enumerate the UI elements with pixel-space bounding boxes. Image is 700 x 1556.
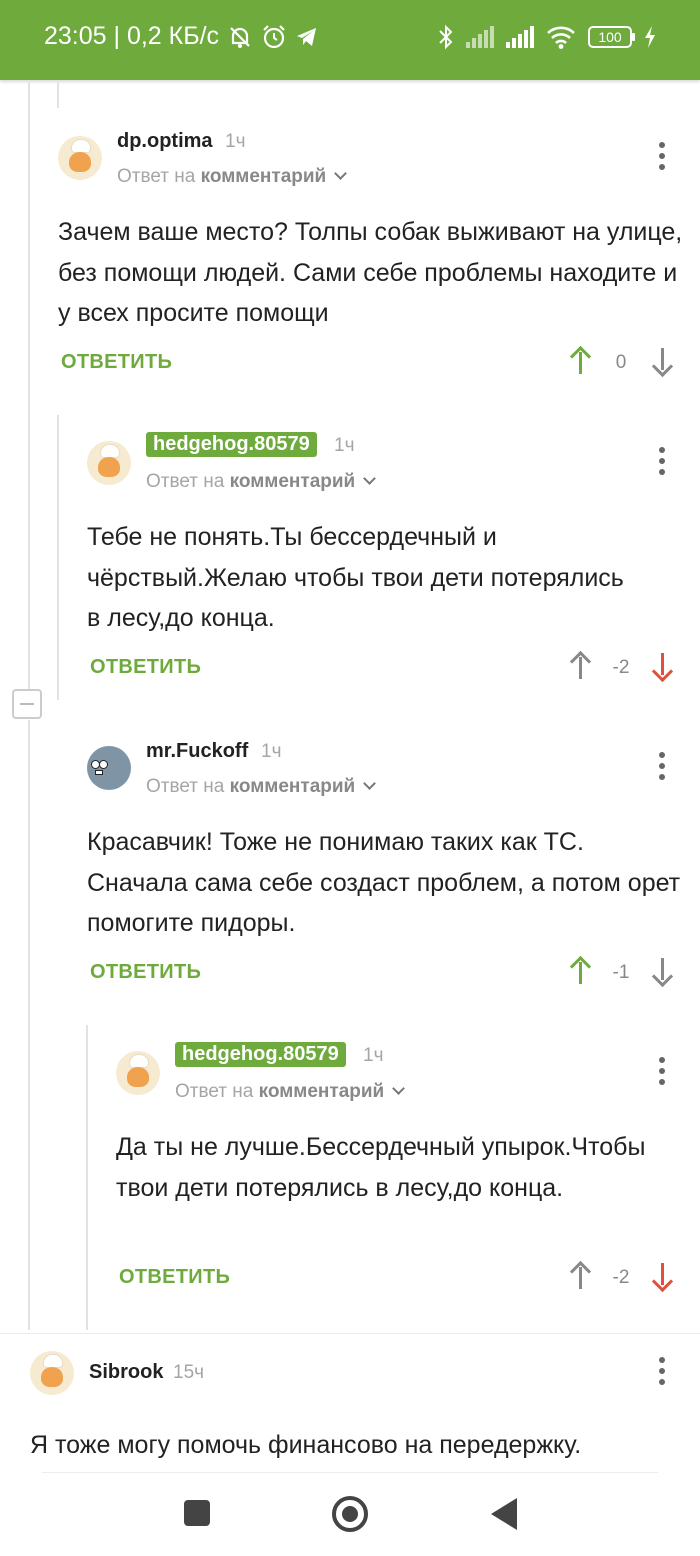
- reply-button[interactable]: ОТВЕТИТЬ: [90, 656, 201, 679]
- reply-to-link[interactable]: Ответ на комментарий: [175, 1081, 406, 1103]
- thread-line[interactable]: [57, 415, 59, 700]
- downvote-icon[interactable]: [651, 1261, 674, 1293]
- signal-icon: [466, 26, 494, 48]
- comment-score: -1: [612, 962, 630, 983]
- thread-divider: [0, 1333, 700, 1334]
- bluetooth-icon: [439, 24, 453, 50]
- comment-time: 15ч: [173, 1362, 205, 1383]
- status-time-speed: 23:05 | 0,2 КБ/с: [44, 22, 220, 50]
- recent-apps-icon[interactable]: [184, 1500, 210, 1526]
- upvote-icon[interactable]: [569, 1260, 592, 1291]
- collapse-thread-button[interactable]: [12, 689, 42, 719]
- wifi-icon: [547, 26, 575, 49]
- reply-button[interactable]: ОТВЕТИТЬ: [119, 1266, 230, 1289]
- comment-time: 1ч: [334, 435, 355, 456]
- more-options-icon[interactable]: [652, 1357, 672, 1387]
- more-options-icon[interactable]: [652, 1057, 672, 1087]
- comment-text: Красавчик! Тоже не понимаю таких как ТС.…: [87, 828, 681, 937]
- comment-time: 1ч: [261, 741, 282, 762]
- downvote-icon[interactable]: [651, 651, 674, 683]
- comment-time: 1ч: [363, 1045, 384, 1066]
- thread-line[interactable]: [28, 80, 30, 690]
- home-icon[interactable]: [332, 1496, 368, 1532]
- thread-line[interactable]: [28, 720, 30, 1330]
- telegram-icon: [297, 27, 317, 46]
- more-options-icon[interactable]: [652, 142, 672, 172]
- comment-text: Тебе не понять.Ты бессердечный и чёрствы…: [87, 523, 624, 632]
- battery-icon: 100: [588, 26, 635, 48]
- reply-to-link[interactable]: Ответ на комментарий: [146, 776, 377, 798]
- avatar[interactable]: [116, 1051, 160, 1095]
- status-bar: 23:05 | 0,2 КБ/с 100: [0, 0, 700, 80]
- reply-button[interactable]: ОТВЕТИТЬ: [61, 351, 172, 374]
- comment-time: 1ч: [225, 131, 246, 152]
- chevron-down-icon: [363, 472, 377, 485]
- more-options-icon[interactable]: [652, 447, 672, 477]
- thread-line[interactable]: [57, 82, 59, 108]
- comment-score: -2: [612, 657, 630, 678]
- avatar[interactable]: [58, 136, 102, 180]
- username[interactable]: Sibrook: [89, 1361, 163, 1384]
- more-options-icon[interactable]: [652, 752, 672, 782]
- avatar[interactable]: [87, 746, 131, 790]
- reply-to-link[interactable]: Ответ на комментарий: [117, 166, 348, 188]
- username[interactable]: mr.Fuckoff: [146, 740, 248, 763]
- upvote-icon[interactable]: [569, 650, 592, 681]
- nav-divider: [42, 1472, 658, 1473]
- comment-text: Я тоже могу помочь финансово на передерж…: [30, 1431, 582, 1459]
- comment-score: 0: [615, 352, 627, 373]
- upvote-icon[interactable]: [569, 955, 592, 986]
- avatar[interactable]: [30, 1351, 74, 1395]
- chevron-down-icon: [363, 777, 377, 790]
- comment-text: Зачем ваше место? Толпы собак выживают н…: [58, 218, 683, 327]
- thread-line[interactable]: [86, 1025, 88, 1330]
- avatar[interactable]: [87, 441, 131, 485]
- comment-text: Да ты не лучше.Бессердечный упырок.Чтобы…: [116, 1133, 646, 1202]
- signal-icon: [506, 26, 534, 48]
- charging-icon: [645, 26, 655, 48]
- username[interactable]: hedgehog.80579: [175, 1042, 346, 1067]
- downvote-icon[interactable]: [651, 956, 674, 988]
- reply-to-link[interactable]: Ответ на комментарий: [146, 471, 377, 493]
- muted-bell-icon: [230, 26, 250, 48]
- downvote-icon[interactable]: [651, 346, 674, 378]
- back-icon[interactable]: [491, 1498, 517, 1530]
- comment-score: -2: [612, 1267, 630, 1288]
- username[interactable]: dp.optima: [117, 130, 213, 153]
- chevron-down-icon: [392, 1082, 406, 1095]
- username[interactable]: hedgehog.80579: [146, 432, 317, 457]
- reply-button[interactable]: ОТВЕТИТЬ: [90, 961, 201, 984]
- alarm-icon: [263, 24, 285, 48]
- chevron-down-icon: [334, 167, 348, 180]
- upvote-icon[interactable]: [569, 345, 592, 376]
